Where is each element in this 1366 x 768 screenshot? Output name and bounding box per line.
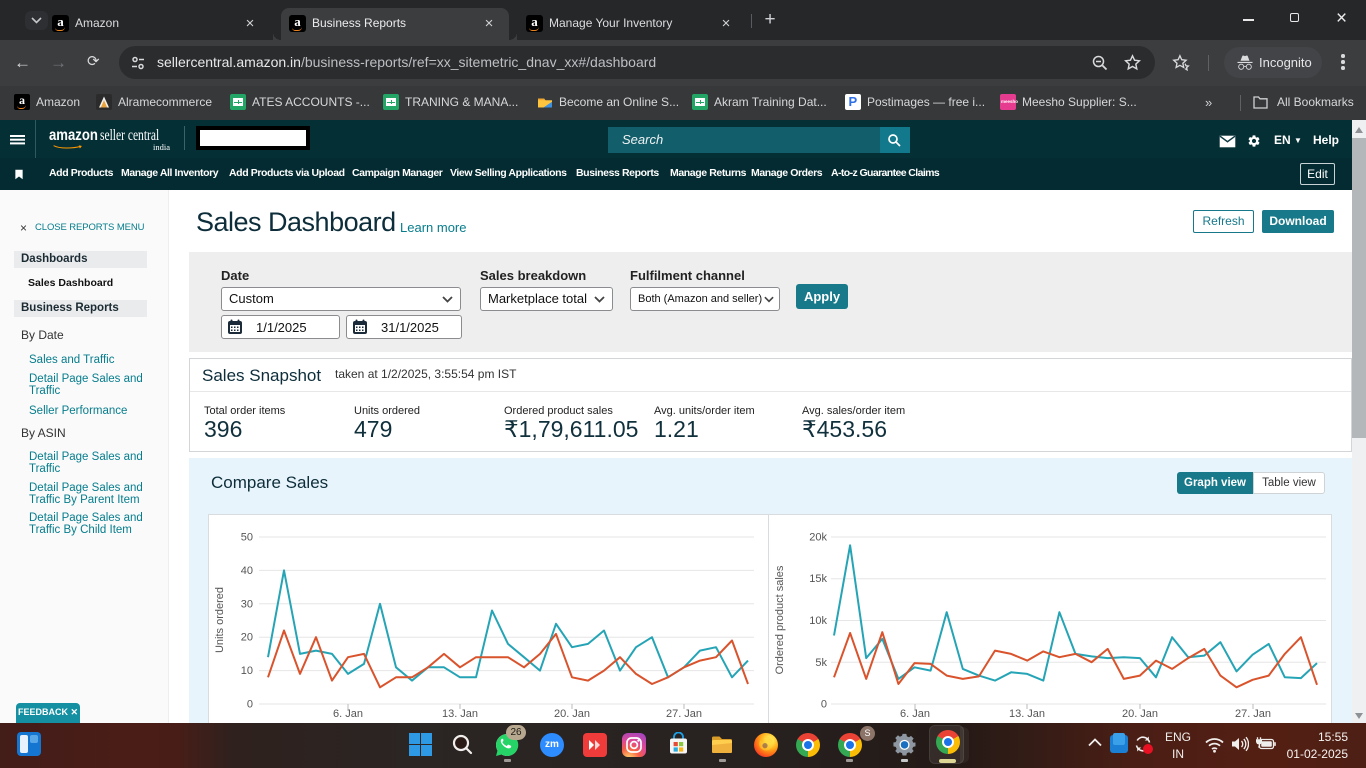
svg-text:6. Jan: 6. Jan bbox=[333, 708, 363, 720]
svg-text:30: 30 bbox=[241, 598, 253, 610]
svg-text:0: 0 bbox=[821, 699, 827, 711]
svg-text:40: 40 bbox=[241, 565, 253, 577]
svg-text:15k: 15k bbox=[809, 573, 827, 585]
svg-text:50: 50 bbox=[241, 532, 253, 544]
svg-text:13. Jan: 13. Jan bbox=[442, 708, 478, 720]
svg-text:6. Jan: 6. Jan bbox=[900, 708, 930, 720]
svg-text:20. Jan: 20. Jan bbox=[1122, 708, 1158, 720]
svg-text:10: 10 bbox=[241, 665, 253, 677]
svg-text:27. Jan: 27. Jan bbox=[1235, 708, 1271, 720]
svg-text:Units ordered: Units ordered bbox=[214, 587, 226, 653]
svg-text:5k: 5k bbox=[815, 657, 827, 669]
svg-text:10k: 10k bbox=[809, 615, 827, 627]
svg-text:20: 20 bbox=[241, 632, 253, 644]
svg-text:20k: 20k bbox=[809, 532, 827, 544]
svg-text:0: 0 bbox=[247, 699, 253, 711]
svg-text:20. Jan: 20. Jan bbox=[554, 708, 590, 720]
svg-text:13. Jan: 13. Jan bbox=[1009, 708, 1045, 720]
svg-text:Ordered product sales: Ordered product sales bbox=[774, 565, 786, 674]
svg-text:27. Jan: 27. Jan bbox=[666, 708, 702, 720]
